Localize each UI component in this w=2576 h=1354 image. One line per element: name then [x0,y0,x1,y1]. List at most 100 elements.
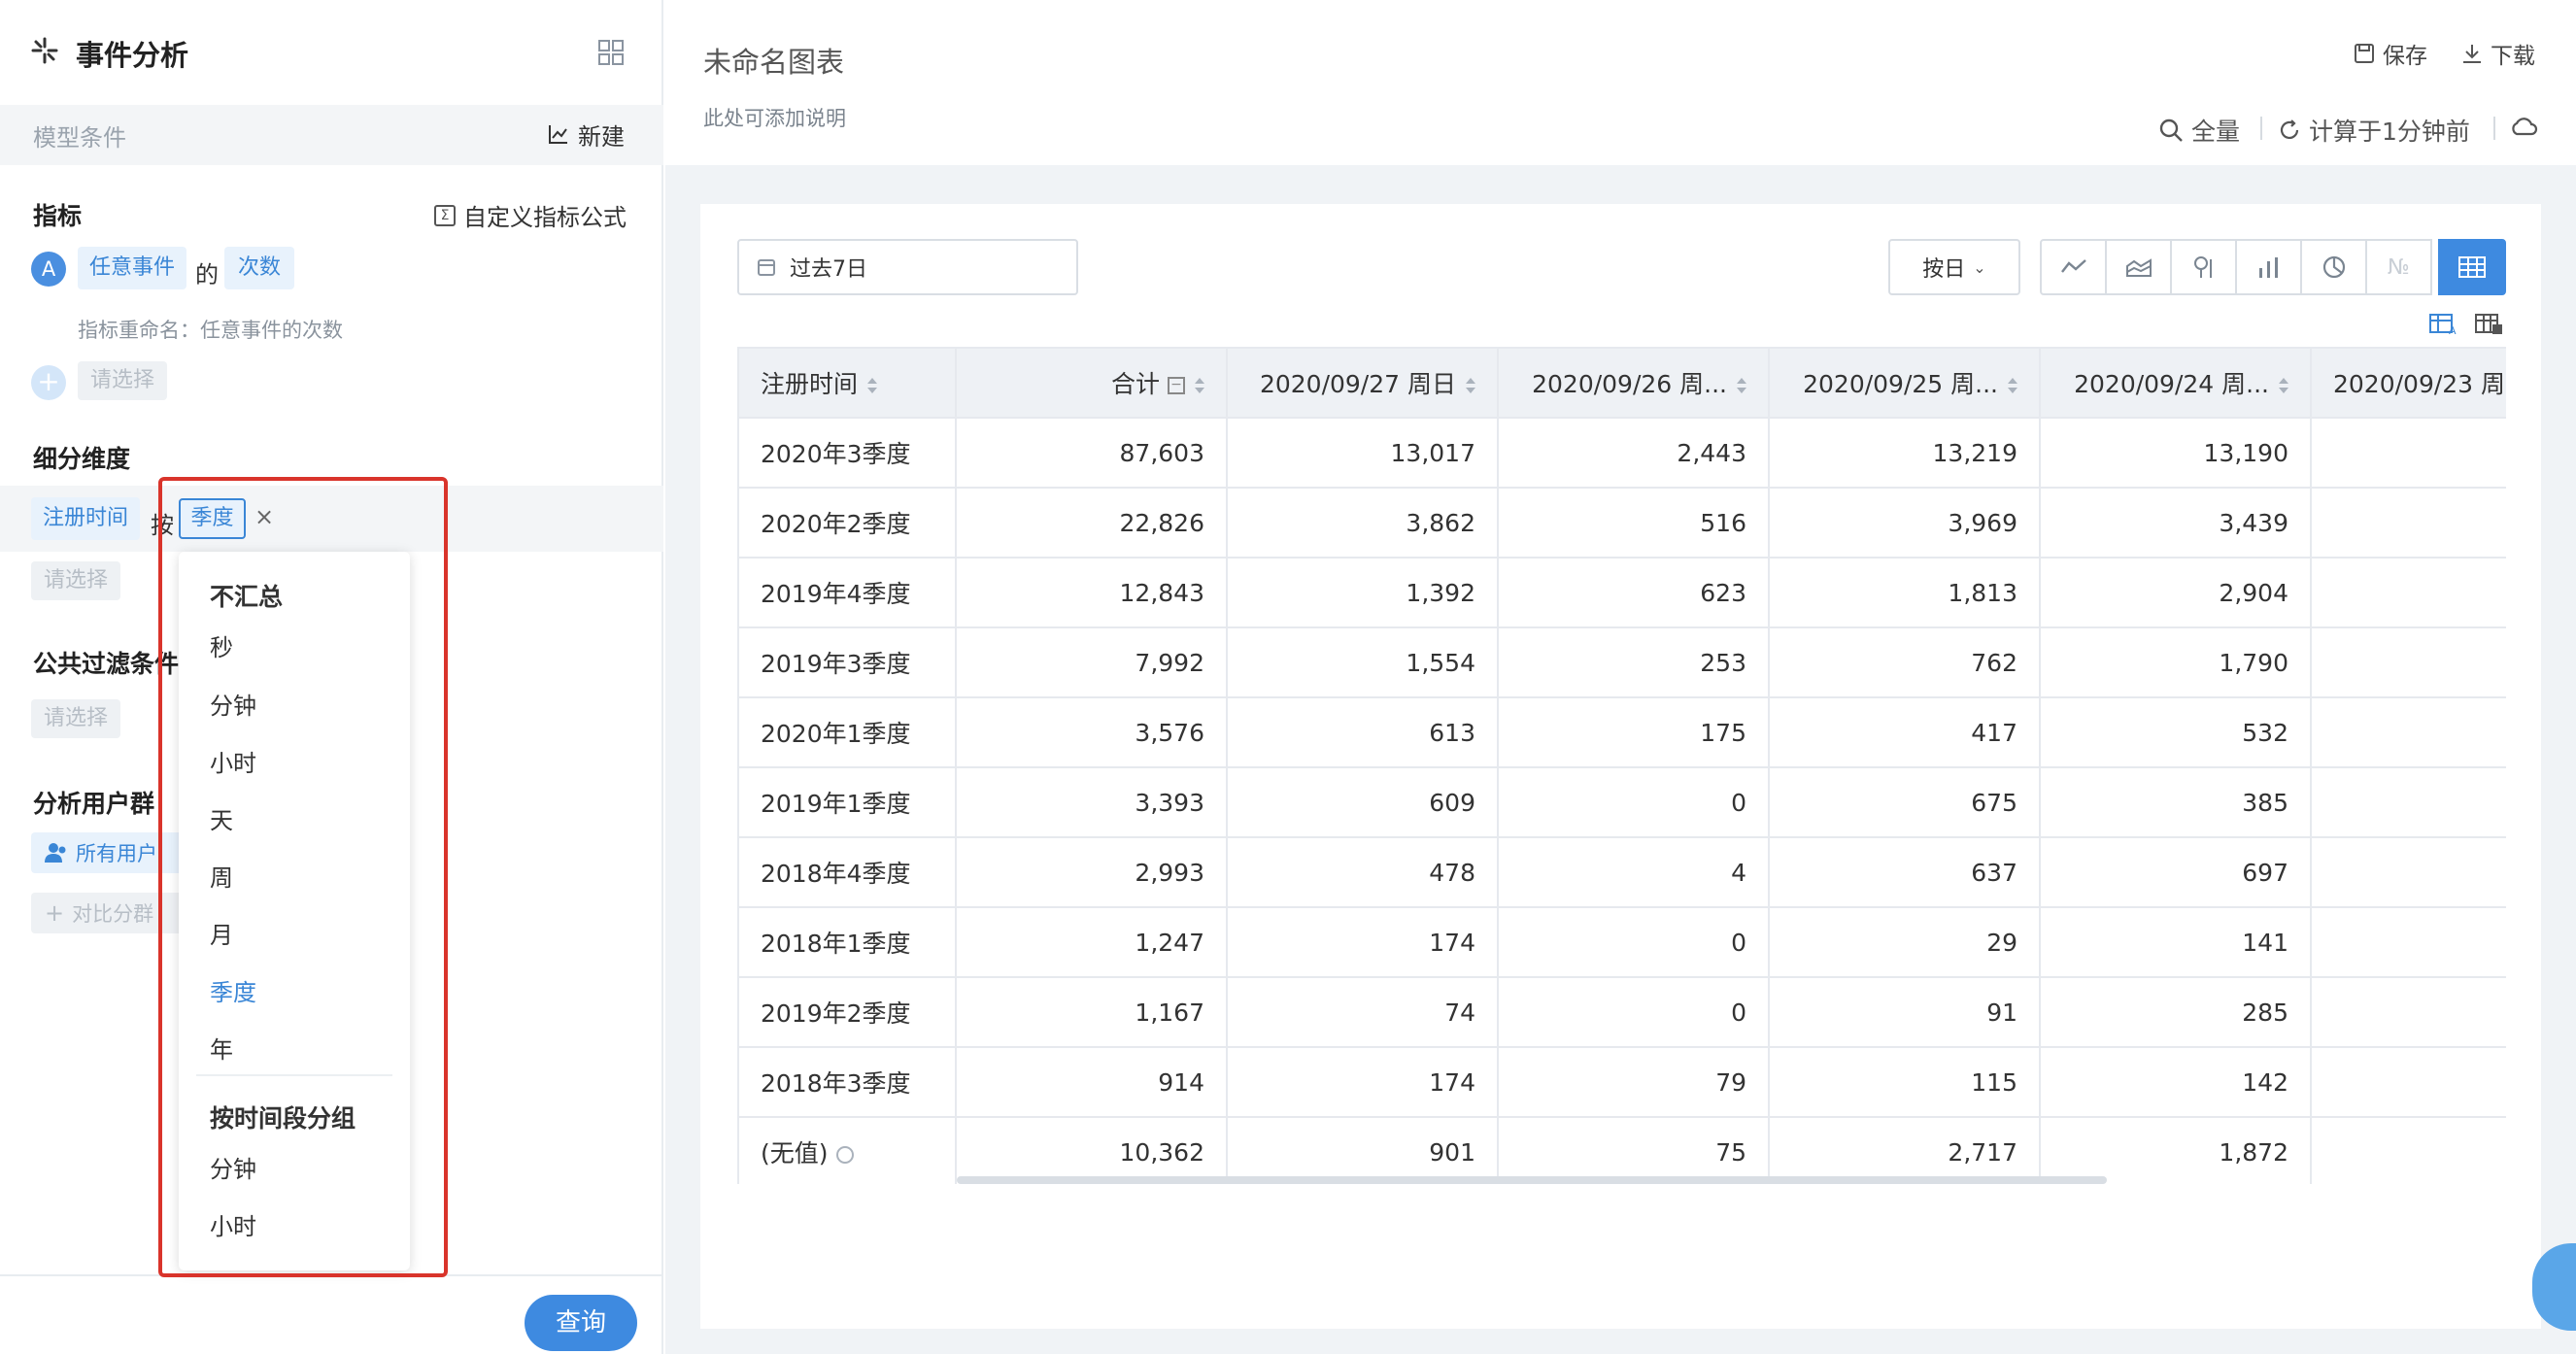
value-cell [2310,766,2506,838]
recompute-button[interactable]: 计算于1分钟前 [2278,113,2470,148]
metric-event-select[interactable]: 任意事件 [78,247,186,289]
cloud-icon[interactable] [2509,115,2538,140]
value-cell: 3 [2310,487,2506,559]
column-header-label: 2020/09/25 周... [1803,370,1998,398]
metric-select-placeholder[interactable]: 请选择 [78,361,167,400]
save-button[interactable]: 保存 [2354,37,2427,70]
download-button[interactable]: 下载 [2461,37,2535,70]
value-cell: 174 [1226,1046,1499,1118]
value-cell: 697 [2039,836,2312,908]
save-label: 保存 [2383,44,2427,69]
download-icon [2461,43,2483,64]
value-cell: 91 [1768,976,2041,1048]
table-settings-icon[interactable]: A [2429,313,2458,337]
date-range-label: 过去7日 [790,257,867,282]
computed-label: 计算于1分钟前 [2309,118,2470,146]
value-cell: 22,826 [955,487,1228,559]
value-cell: 13,017 [1226,417,1499,489]
metric-measure-select[interactable]: 次数 [224,247,294,289]
value-cell: 7,992 [955,626,1228,698]
table-row: 2019年4季度12,8431,3926231,8132,9041 [737,557,2506,628]
date-range-picker[interactable]: 过去7日 [737,239,1078,295]
query-button[interactable]: 查询 [525,1295,637,1351]
value-cell: 0 [1497,976,1770,1048]
column-header[interactable]: 2020/09/23 周 [2310,347,2506,419]
all-users-label: 所有用户 [76,842,157,865]
full-data-button[interactable]: 全量 [2158,113,2240,148]
pie-chart-button[interactable] [2300,239,2367,295]
sort-icon[interactable] [1466,378,1475,393]
breakdown-select-placeholder[interactable]: 请选择 [31,561,120,600]
custom-formula-button[interactable]: Σ 自定义指标公式 [434,198,627,232]
filter-select-placeholder[interactable]: 请选择 [31,699,120,738]
metrics-title: 指标 [33,202,83,230]
sort-icon[interactable] [2279,378,2288,393]
collapse-icon[interactable]: − [1168,377,1185,394]
value-cell [2310,1046,2506,1118]
row-label-cell: 2019年4季度 [737,557,957,628]
number-icon: № [2388,254,2410,280]
metric-of-label: 的 [195,261,219,288]
value-cell: 74 [1226,976,1499,1048]
number-chart-button[interactable]: № [2365,239,2432,295]
chart-description[interactable]: 此处可添加说明 [703,103,846,132]
formula-icon: Σ [434,204,456,226]
metric-rename[interactable]: 指标重命名：任意事件的次数 [78,315,343,344]
value-cell: 3,862 [1226,487,1499,559]
value-cell: 623 [1497,557,1770,628]
users-title: 分析用户群 [33,790,155,818]
grid-view-icon[interactable] [597,39,625,66]
row-label-cell: 2019年1季度 [737,766,957,838]
row-label-cell: 2018年3季度 [737,1046,957,1118]
value-cell: 2,443 [1497,417,1770,489]
value-cell: 142 [2039,1046,2312,1118]
sort-icon[interactable] [2008,378,2017,393]
chart-title[interactable]: 未命名图表 [703,40,844,81]
value-cell: 1,167 [955,976,1228,1048]
chart-area: 未命名图表 此处可添加说明 保存 下载 全量 计算于1分钟前 过去7日 按日 ⌄… [665,0,2576,1354]
column-header[interactable]: 2020/09/26 周... [1497,347,1770,419]
area-chart-button[interactable] [2105,239,2172,295]
value-cell: 79 [1497,1046,1770,1118]
value-cell: 16 [2310,417,2506,489]
column-header[interactable]: 注册时间 [737,347,957,419]
sort-icon[interactable] [867,378,878,393]
sort-icon[interactable] [1737,378,1746,393]
breakdown-field-select[interactable]: 注册时间 [31,497,140,540]
calendar-icon [757,257,776,277]
table-chart-button[interactable] [2438,239,2506,295]
horizontal-scrollbar[interactable] [957,1176,2107,1184]
column-header-label: 2020/09/23 周 [2333,370,2506,398]
table-layout-icon[interactable] [2475,313,2504,336]
value-cell: 175 [1497,696,1770,768]
value-cell: 1 [2310,557,2506,628]
line-chart-button[interactable] [2040,239,2107,295]
column-header[interactable]: 2020/09/25 周... [1768,347,2041,419]
value-cell: 141 [2039,906,2312,978]
value-cell: 3,439 [2039,487,2312,559]
bar-chart-button[interactable] [2235,239,2302,295]
sort-icon[interactable] [1195,378,1204,393]
table-row: 2020年3季度87,60313,0172,44313,21913,19016 [737,417,2506,489]
column-header[interactable]: 合计 − [955,347,1228,419]
value-cell [2310,906,2506,978]
chevron-down-icon: ⌄ [1973,257,1986,277]
value-cell: 0 [1497,766,1770,838]
column-header[interactable]: 2020/09/24 周... [2039,347,2312,419]
breakdown-title: 细分维度 [33,445,131,473]
value-cell: 13,190 [2039,417,2312,489]
column-header[interactable]: 2020/09/27 周日 [1226,347,1499,419]
row-label-cell: 2018年4季度 [737,836,957,908]
info-icon[interactable] [835,1146,854,1164]
row-label-cell: 2018年1季度 [737,906,957,978]
stacked-bar-button[interactable] [2170,239,2237,295]
add-metric-icon[interactable]: + [31,365,66,400]
users-icon [45,842,68,863]
table-row: 2018年1季度 1,247 174 0 29 141 [737,906,2506,978]
value-cell: 29 [1768,906,2041,978]
value-cell: 12,843 [955,557,1228,628]
value-cell: 2,993 [955,836,1228,908]
new-model-button[interactable]: 新建 [547,118,625,151]
value-cell: 2,904 [2039,557,2312,628]
granularity-select[interactable]: 按日 ⌄ [1888,239,2020,295]
